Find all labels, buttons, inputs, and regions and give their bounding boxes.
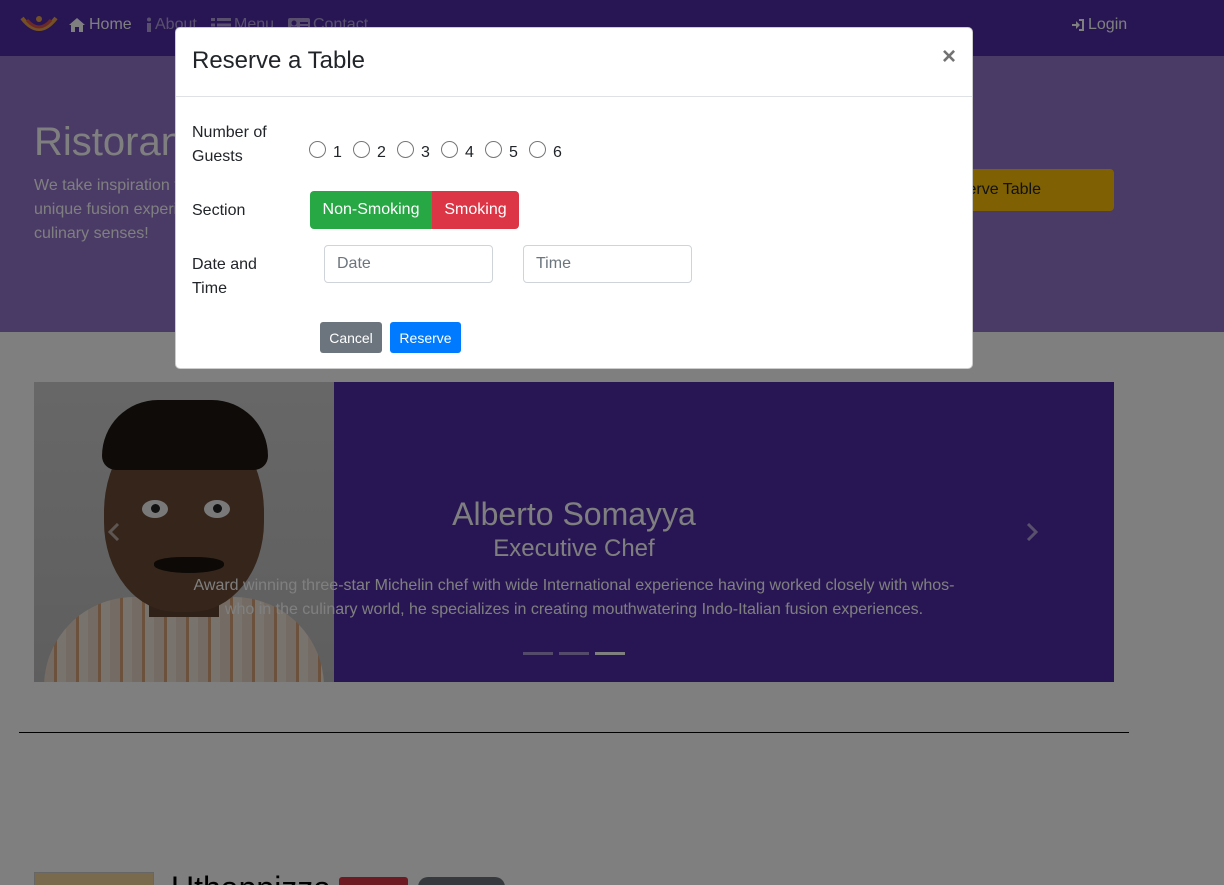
cancel-button[interactable]: Cancel [320, 322, 382, 353]
radio-button[interactable] [353, 140, 370, 158]
guest-option-4[interactable]: 4 [441, 132, 485, 162]
radio-button[interactable] [529, 140, 546, 158]
reserve-table-modal: Reserve a Table × Number of Guests 1 2 3… [175, 27, 973, 369]
date-input[interactable] [324, 245, 493, 283]
guest-option-label: 2 [377, 144, 386, 161]
smoking-button[interactable]: Smoking [432, 191, 519, 229]
guest-option-label: 6 [553, 144, 562, 161]
guest-option-label: 3 [421, 144, 430, 161]
section-toggle-group: Non-Smoking Smoking [310, 191, 519, 229]
modal-title: Reserve a Table [192, 47, 365, 74]
datetime-label: Date and Time [192, 256, 257, 297]
radio-button[interactable] [441, 140, 458, 158]
guests-radio-group: 1 2 3 4 5 6 [309, 132, 573, 162]
non-smoking-button[interactable]: Non-Smoking [310, 191, 432, 229]
guest-option-label: 5 [509, 144, 518, 161]
radio-button[interactable] [397, 140, 414, 158]
guest-option-6[interactable]: 6 [529, 132, 573, 162]
modal-header: Reserve a Table × [176, 28, 972, 97]
guest-option-label: 1 [333, 144, 342, 161]
guest-option-2[interactable]: 2 [353, 132, 397, 162]
guest-option-1[interactable]: 1 [309, 132, 353, 162]
reserve-button[interactable]: Reserve [390, 322, 461, 353]
guest-option-label: 4 [465, 144, 474, 161]
guests-label: Number of Guests [192, 124, 267, 165]
guest-option-3[interactable]: 3 [397, 132, 441, 162]
close-button[interactable]: × [942, 43, 956, 71]
radio-button[interactable] [309, 140, 326, 158]
section-label: Section [192, 202, 246, 219]
guest-option-5[interactable]: 5 [485, 132, 529, 162]
time-input[interactable] [523, 245, 692, 283]
radio-button[interactable] [485, 140, 502, 158]
